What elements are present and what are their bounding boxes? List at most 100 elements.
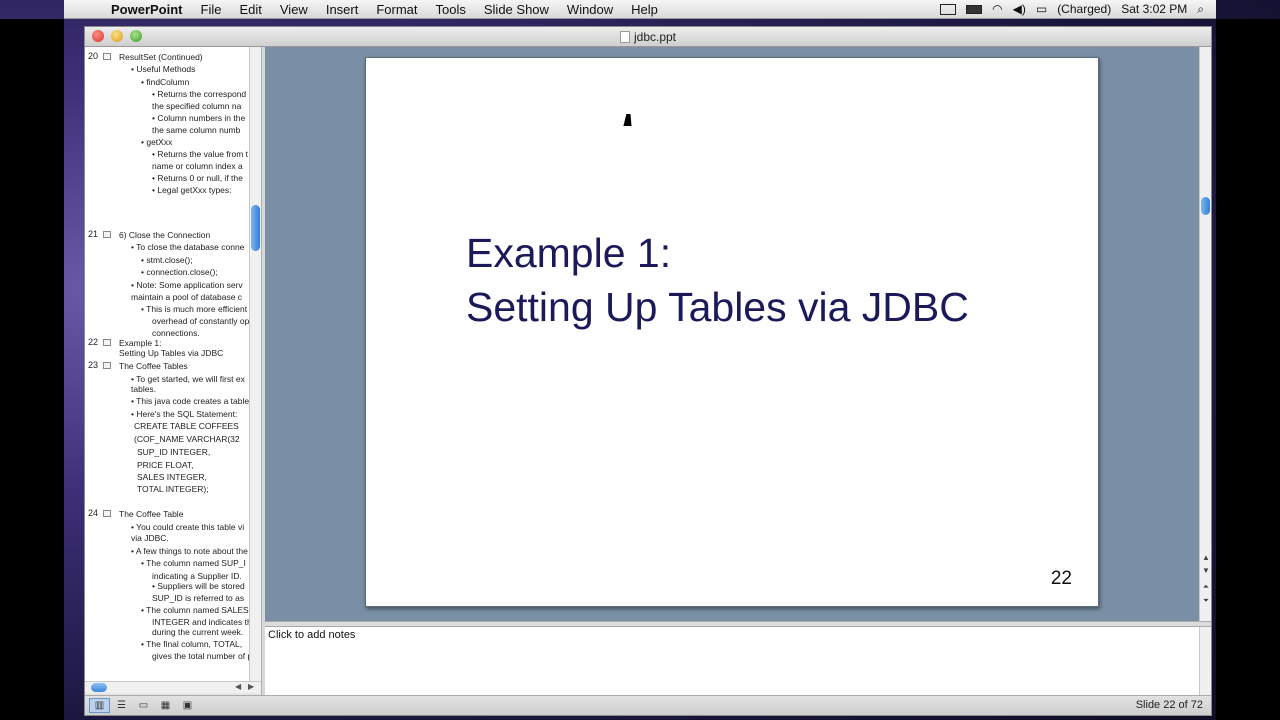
outline-bullet[interactable]: • Returns the correspond <box>152 89 246 99</box>
outline-slide-title[interactable]: The Coffee Table <box>119 509 183 519</box>
outline-bullet[interactable]: SUP_ID INTEGER, <box>137 447 210 457</box>
volume-icon[interactable]: ◀) <box>1013 2 1026 16</box>
outline-bullet[interactable]: the same column numb <box>152 125 240 135</box>
slide-icon[interactable] <box>103 339 111 346</box>
scroll-up-arrow-icon[interactable]: ▲ <box>1200 552 1212 563</box>
outline-bullet[interactable]: SUP_ID is referred to as <box>152 593 244 603</box>
outline-bullet[interactable]: • A few things to note about the <box>131 546 248 556</box>
status-bar: ▥ ☰ ▭ ▦ ▣ Slide 22 of 72 <box>85 695 1211 715</box>
display-icon[interactable] <box>966 4 983 14</box>
outline-view-icon[interactable]: ☰ <box>111 698 132 713</box>
outline-bullet[interactable]: CREATE TABLE COFFEES <box>134 421 239 431</box>
notes-scrollbar[interactable] <box>1199 627 1211 695</box>
menu-clock[interactable]: Sat 3:02 PM <box>1121 2 1187 16</box>
outline-bullet[interactable]: • Returns the value from t <box>152 149 248 159</box>
scroll-right-arrow-icon[interactable]: ▶ <box>248 682 254 691</box>
outline-bullet[interactable]: (COF_NAME VARCHAR(32 <box>134 434 240 444</box>
outline-bullet[interactable]: • getXxx <box>141 137 172 147</box>
outline-bullet[interactable]: INTEGER and indicates th <box>152 617 249 627</box>
window-titlebar[interactable]: jdbc.ppt <box>85 27 1211 47</box>
outline-bullet[interactable]: maintain a pool of database c <box>131 292 242 302</box>
outline-bullet[interactable]: via JDBC. <box>131 533 169 543</box>
menu-window[interactable]: Window <box>558 2 622 17</box>
slide-icon[interactable] <box>103 510 111 517</box>
scroll-down-arrow-icon[interactable]: ▼ <box>1200 565 1212 576</box>
outline-bullet[interactable]: • This is much more efficient <box>141 304 247 314</box>
outline-bullet[interactable]: • This java code creates a table <box>131 396 249 406</box>
outline-bullet[interactable]: gives the total number of p <box>152 651 249 661</box>
outline-bullet[interactable]: TOTAL INTEGER); <box>137 484 209 494</box>
outline-bullet[interactable]: • Useful Methods <box>131 64 195 74</box>
menu-app-name[interactable]: PowerPoint <box>98 2 192 17</box>
outline-bullet[interactable]: • connection.close(); <box>141 267 218 277</box>
outline-bullet[interactable]: • To close the database conne <box>131 242 244 252</box>
outline-slide-title[interactable]: 6) Close the Connection <box>119 230 210 240</box>
menu-file[interactable]: File <box>192 2 231 17</box>
normal-view-icon[interactable]: ▥ <box>89 698 110 713</box>
outline-pane[interactable]: 20 ResultSet (Continued) • Useful Methods •… <box>85 47 249 683</box>
outline-bullet[interactable]: • To get started, we will first ex <box>131 374 245 384</box>
outline-horizontal-scrollbar[interactable]: ◀ ▶ <box>85 681 261 693</box>
menu-help[interactable]: Help <box>622 2 667 17</box>
notes-pane[interactable]: Click to add notes <box>265 627 1199 695</box>
spotlight-search-icon[interactable]: ⌕ <box>1197 2 1204 17</box>
menu-tools[interactable]: Tools <box>427 2 475 17</box>
outline-bullet[interactable]: during the current week. <box>152 627 243 637</box>
outline-slide-number[interactable]: 23 <box>88 360 100 370</box>
outline-bullet[interactable]: • The column named SUP_I <box>141 558 246 568</box>
outline-bullet[interactable]: indicating a Supplier ID. <box>152 571 242 581</box>
outline-slide-title[interactable]: Example 1: <box>119 338 162 348</box>
outline-bullet[interactable]: • You could create this table vi <box>131 522 244 532</box>
outline-bullet[interactable]: tables. <box>131 384 156 394</box>
outline-bullet[interactable]: the specified column na <box>152 101 241 111</box>
menu-edit[interactable]: Edit <box>230 2 270 17</box>
outline-bullet[interactable]: • Note: Some application serv <box>131 280 243 290</box>
slide-scrollbar[interactable]: ▲ ▼ ⏶ ⏷ <box>1199 47 1211 621</box>
outline-bullet[interactable]: • The column named SALES <box>141 605 249 615</box>
wifi-icon[interactable]: ◠ <box>992 2 1002 16</box>
notes-placeholder[interactable]: Click to add notes <box>268 629 355 641</box>
outline-bullet[interactable]: • Column numbers in the <box>152 113 245 123</box>
outline-bullet[interactable]: • stmt.close(); <box>141 255 193 265</box>
outline-bullet[interactable]: connections. <box>152 328 200 338</box>
outline-bullet[interactable]: name or column index a <box>152 161 243 171</box>
current-slide[interactable]: Example 1: Setting Up Tables via JDBC 22 <box>365 57 1099 607</box>
scroll-left-arrow-icon[interactable]: ◀ <box>235 682 241 691</box>
outline-scrollbar[interactable] <box>249 47 261 683</box>
menu-format[interactable]: Format <box>367 2 426 17</box>
outline-bullet[interactable]: • Returns 0 or null, if the <box>152 173 243 183</box>
outline-slide-number[interactable]: 24 <box>88 508 100 518</box>
outline-hscroll-thumb[interactable] <box>91 683 107 692</box>
slide-icon[interactable] <box>103 362 111 369</box>
menu-insert[interactable]: Insert <box>317 2 368 17</box>
slide-show-icon[interactable]: ▣ <box>177 698 198 713</box>
screen-mirror-icon[interactable] <box>940 3 957 15</box>
outline-bullet[interactable]: • The final column, TOTAL, <box>141 639 242 649</box>
slide-icon[interactable] <box>103 53 111 60</box>
outline-bullet[interactable]: • Legal getXxx types: <box>152 185 232 195</box>
page-view-icon[interactable]: ▭ <box>133 698 154 713</box>
outline-slide-number[interactable]: 20 <box>88 51 100 61</box>
outline-slide-number[interactable]: 22 <box>88 337 100 347</box>
outline-slide-title[interactable]: The Coffee Tables <box>119 361 188 371</box>
menu-view[interactable]: View <box>271 2 317 17</box>
outline-bullet[interactable]: Setting Up Tables via JDBC <box>119 348 223 358</box>
outline-bullet[interactable]: PRICE FLOAT, <box>137 460 194 470</box>
next-slide-icon[interactable]: ⏷ <box>1200 595 1212 606</box>
outline-slide-number[interactable]: 21 <box>88 229 100 239</box>
previous-slide-icon[interactable]: ⏶ <box>1200 581 1212 592</box>
battery-icon[interactable]: ▭ <box>1036 2 1047 16</box>
slide-icon[interactable] <box>103 231 111 238</box>
outline-scroll-thumb[interactable] <box>251 205 260 251</box>
outline-bullet[interactable]: • Here's the SQL Statement: <box>131 409 237 419</box>
outline-bullet[interactable]: SALES INTEGER, <box>137 472 207 482</box>
slide-scroll-thumb[interactable] <box>1201 197 1210 215</box>
outline-bullet[interactable]: • findColumn <box>141 77 189 87</box>
outline-bullet[interactable]: overhead of constantly ope <box>152 316 249 326</box>
menu-slide-show[interactable]: Slide Show <box>475 2 558 17</box>
outline-slide-title[interactable]: ResultSet (Continued) <box>119 52 203 62</box>
battery-status[interactable]: (Charged) <box>1057 2 1111 16</box>
slide-title[interactable]: Example 1: Setting Up Tables via JDBC <box>466 226 969 334</box>
outline-bullet[interactable]: • Suppliers will be stored <box>152 581 245 591</box>
slide-sorter-icon[interactable]: ▦ <box>155 698 176 713</box>
